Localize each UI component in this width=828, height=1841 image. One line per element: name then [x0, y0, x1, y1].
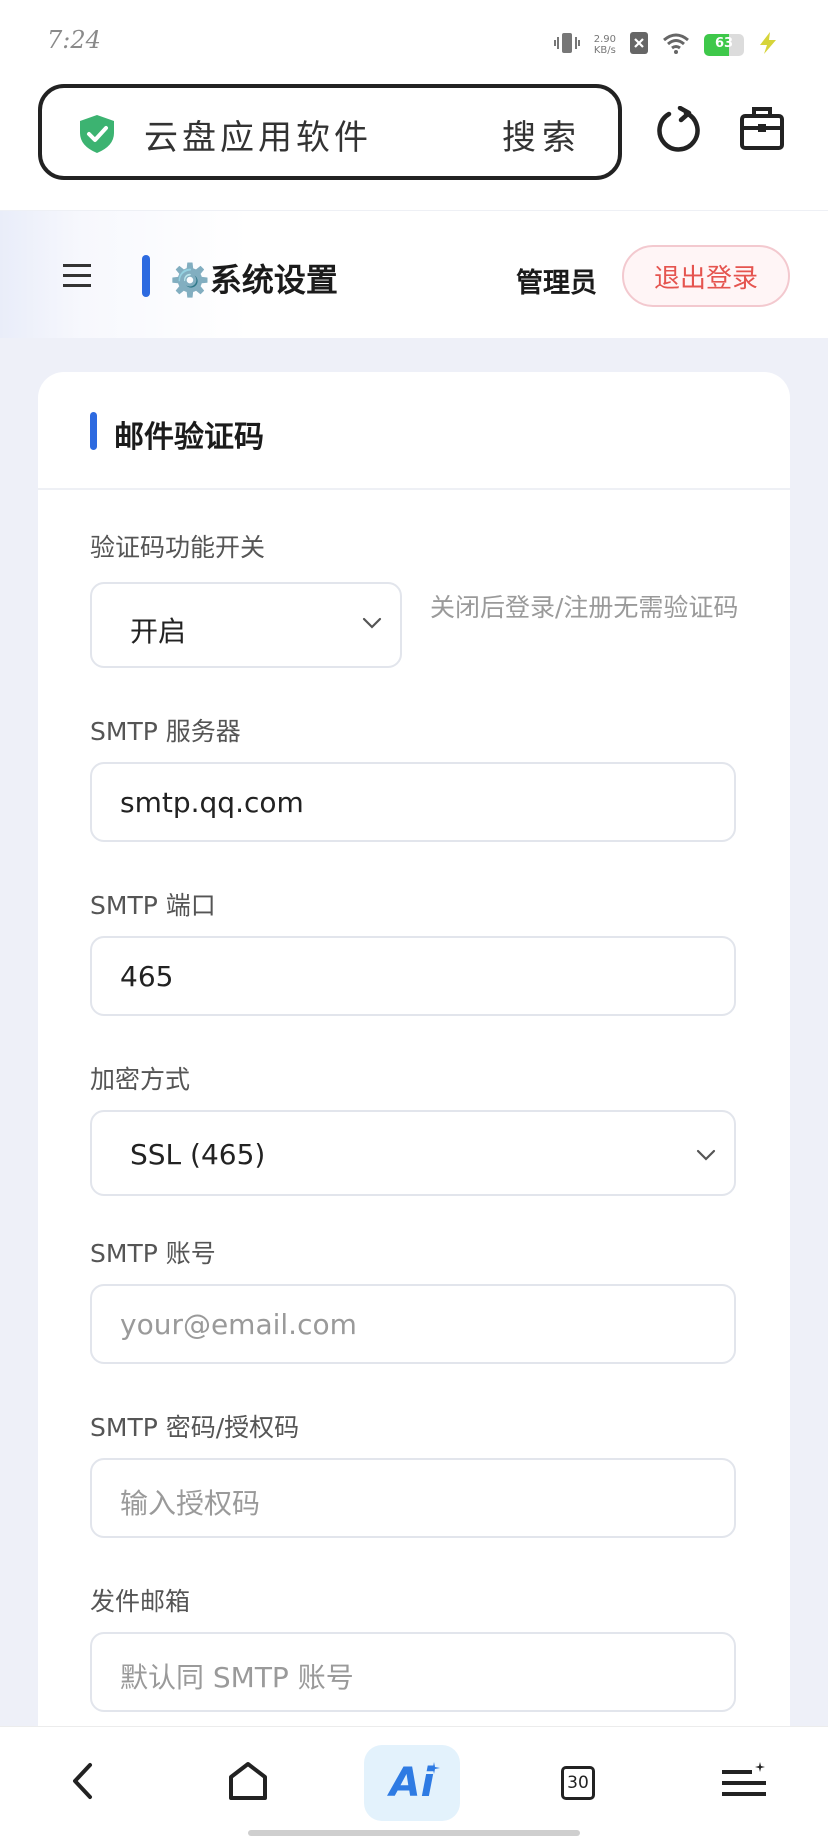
captcha-toggle-select[interactable]: 开启 [90, 582, 402, 668]
wifi-icon [662, 32, 690, 58]
network-speed: 2.90 KB/s [593, 34, 616, 56]
address-bar[interactable]: 云盘应用软件 搜索 [38, 84, 622, 180]
sender-email-input[interactable]: 默认同 SMTP 账号 [90, 1632, 736, 1712]
email-verification-card: 邮件验证码 验证码功能开关 开启 关闭后登录/注册无需验证码 SMTP 服务器 … [38, 372, 790, 1772]
smtp-port-label: SMTP 端口 [90, 891, 216, 920]
back-button[interactable] [34, 1745, 130, 1821]
smtp-account-label: SMTP 账号 [90, 1239, 216, 1268]
bottom-navigation: Ai 30 [0, 1726, 828, 1841]
card-title: 邮件验证码 [114, 420, 264, 455]
home-indicator [248, 1830, 580, 1836]
search-link[interactable]: 搜索 [502, 110, 582, 159]
smtp-server-input[interactable]: smtp.qq.com [90, 762, 736, 842]
home-icon [228, 1761, 268, 1805]
page-title: ⚙️系统设置 [170, 261, 338, 299]
card-divider [38, 488, 790, 490]
smtp-password-placeholder: 输入授权码 [120, 1487, 261, 1520]
encryption-label: 加密方式 [90, 1065, 191, 1094]
menu-sparkle-icon [722, 1762, 766, 1804]
smtp-password-label: SMTP 密码/授权码 [90, 1413, 300, 1442]
home-button[interactable] [200, 1745, 296, 1821]
vibrate-icon [553, 32, 580, 58]
captcha-toggle-value: 开启 [130, 615, 187, 648]
reload-icon[interactable] [656, 105, 702, 158]
status-icons: 2.90 KB/s 63 [553, 28, 778, 62]
chevron-down-icon [362, 614, 382, 633]
sender-email-label: 发件邮箱 [90, 1587, 191, 1616]
app-header: ⚙️系统设置 管理员 退出登录 [0, 210, 828, 339]
hamburger-menu-icon[interactable] [63, 263, 91, 293]
smtp-password-input[interactable]: 输入授权码 [90, 1458, 736, 1538]
smtp-port-input[interactable]: 465 [90, 936, 736, 1016]
chevron-down-icon [696, 1146, 716, 1165]
captcha-toggle-label: 验证码功能开关 [90, 533, 266, 562]
more-menu-button[interactable] [696, 1745, 792, 1821]
notification-x-icon [630, 32, 648, 58]
security-shield-icon [78, 114, 116, 158]
title-accent-bar [142, 255, 150, 297]
toolbox-icon[interactable] [740, 106, 784, 154]
tabs-count: 30 [561, 1766, 595, 1800]
tabs-button[interactable]: 30 [530, 1745, 626, 1821]
encryption-select[interactable]: SSL (465) [90, 1110, 736, 1196]
sparkle-icon [428, 1759, 440, 1778]
admin-label: 管理员 [516, 268, 597, 299]
encryption-value: SSL (465) [130, 1138, 266, 1171]
smtp-server-value: smtp.qq.com [120, 786, 304, 819]
charging-icon [758, 32, 778, 58]
address-bar-text: 云盘应用软件 [144, 118, 372, 158]
status-time: 7:24 [47, 26, 101, 54]
smtp-account-input[interactable]: your@email.com [90, 1284, 736, 1364]
back-arrow-icon [71, 1762, 93, 1804]
sender-email-placeholder: 默认同 SMTP 账号 [120, 1661, 354, 1694]
card-accent-bar [90, 412, 97, 450]
logout-button[interactable]: 退出登录 [622, 245, 790, 307]
captcha-toggle-hint: 关闭后登录/注册无需验证码 [430, 593, 739, 622]
battery-icon: 63 [704, 34, 744, 56]
ai-assistant-button[interactable]: Ai [364, 1745, 460, 1821]
smtp-server-label: SMTP 服务器 [90, 717, 241, 746]
smtp-account-placeholder: your@email.com [120, 1308, 357, 1341]
smtp-port-value: 465 [120, 960, 174, 993]
